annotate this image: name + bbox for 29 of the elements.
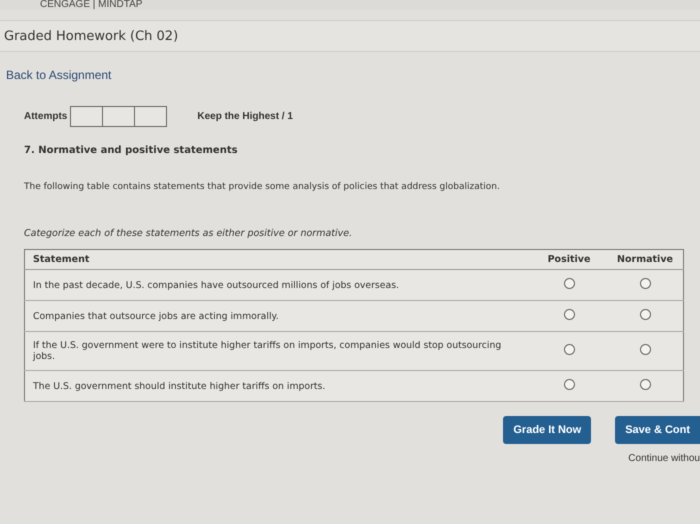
attempt-box	[70, 106, 104, 127]
save-continue-button[interactable]: Save & Cont	[615, 416, 700, 444]
question-title: 7. Normative and positive statements	[24, 145, 239, 156]
brand-logo-text: CENGAGE | MINDTAP	[0, 0, 700, 10]
statement-cell: Companies that outsource jobs are acting immorally.	[24, 300, 531, 332]
normative-radio[interactable]	[640, 379, 650, 390]
attempt-box	[102, 106, 136, 127]
back-link[interactable]: Back to Assignment	[6, 68, 112, 82]
positive-radio[interactable]	[564, 344, 574, 355]
column-header: Normative	[607, 250, 684, 270]
question-instruction: Categorize each of these statements as either positive or normative.	[24, 228, 354, 239]
statement-cell: The U.S. government should institute higher tariffs on imports.	[24, 370, 531, 402]
statement-cell: If the U.S. government were to institute higher tariffs on imports, companies would stop outsourcing jobs.	[24, 332, 531, 370]
positive-radio[interactable]	[564, 309, 574, 320]
page-title: Graded Homework (Ch 02)	[0, 20, 700, 52]
attempt-box	[134, 106, 168, 127]
question-intro: The following table contains statements that provide some analysis of policies that address globalization.	[24, 182, 501, 192]
column-header: Positive	[531, 250, 607, 270]
normative-radio[interactable]	[640, 309, 650, 320]
normative-radio[interactable]	[640, 278, 650, 289]
continue-link[interactable]: Continue withou	[628, 453, 700, 464]
column-header: Statement	[24, 250, 531, 270]
statement-cell: In the past decade, U.S. companies have outsourced millions of jobs overseas.	[24, 270, 531, 300]
normative-radio[interactable]	[640, 344, 650, 355]
attempts-label: Attempts	[24, 111, 68, 122]
positive-radio[interactable]	[564, 278, 574, 289]
positive-radio[interactable]	[564, 379, 574, 390]
grade-now-button[interactable]: Grade It Now	[503, 416, 592, 444]
grading-policy: Keep the Highest / 1	[197, 111, 293, 122]
